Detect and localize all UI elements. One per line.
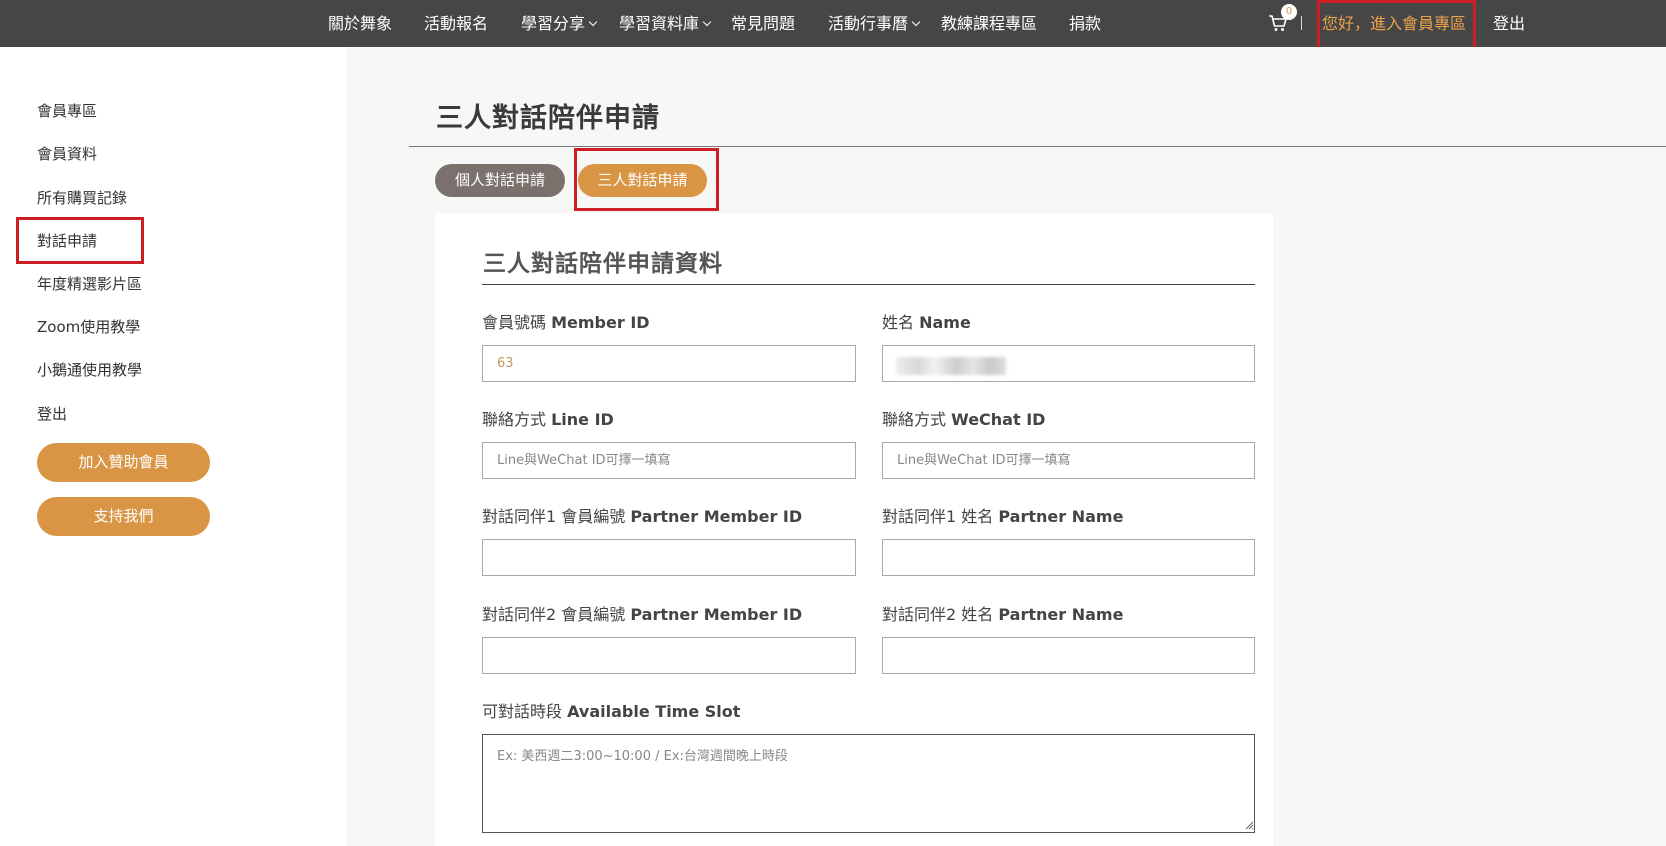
- nav-learning-share[interactable]: 學習分享: [521, 0, 598, 47]
- resize-grip-icon[interactable]: [1244, 820, 1254, 830]
- wechat-id-label: 聯絡方式 WeChat ID: [882, 406, 1045, 430]
- nav-donate[interactable]: 捐款: [1069, 0, 1101, 47]
- member-id-label-en: Member ID: [551, 313, 650, 332]
- time-slot-label-zh: 可對話時段: [482, 702, 563, 721]
- partner2-id-label: 對話同伴2 會員編號 Partner Member ID: [482, 601, 802, 625]
- line-id-label-zh: 聯絡方式: [482, 410, 547, 429]
- time-slot-textarea[interactable]: [482, 734, 1255, 833]
- chevron-down-icon: [911, 17, 921, 27]
- partner1-name-input[interactable]: [882, 539, 1255, 576]
- tab-three-person-dialogue[interactable]: 三人對話申請: [578, 164, 707, 197]
- chevron-down-icon: [702, 17, 712, 27]
- partner1-id-label-en: Partner Member ID: [630, 507, 803, 526]
- partner2-name-label: 對話同伴2 姓名 Partner Name: [882, 601, 1123, 625]
- nav-divider: [1301, 16, 1302, 30]
- partner1-id-label-zh: 對話同伴1 會員編號: [482, 507, 626, 526]
- wechat-id-label-zh: 聯絡方式: [882, 410, 947, 429]
- join-sponsor-button[interactable]: 加入贊助會員: [37, 443, 210, 482]
- line-id-label: 聯絡方式 Line ID: [482, 406, 614, 430]
- form-title-divider: [482, 284, 1255, 285]
- partner1-name-label-en: Partner Name: [998, 507, 1124, 526]
- nav-library[interactable]: 學習資料庫: [619, 0, 712, 47]
- sidebar-item-member-area[interactable]: 會員專區: [37, 100, 97, 121]
- partner2-name-label-zh: 對話同伴2 姓名: [882, 605, 994, 624]
- time-slot-label: 可對話時段 Available Time Slot: [482, 698, 740, 722]
- cart-count-badge: 0: [1281, 4, 1297, 20]
- sidebar-item-dialogue-application[interactable]: 對話申請: [37, 230, 97, 251]
- partner2-id-input[interactable]: [482, 637, 856, 674]
- sidebar-item-annual-videos[interactable]: 年度精選影片區: [37, 273, 142, 294]
- name-label-en: Name: [919, 313, 971, 332]
- partner1-name-label-zh: 對話同伴1 姓名: [882, 507, 994, 526]
- partner2-id-label-zh: 對話同伴2 會員編號: [482, 605, 626, 624]
- name-label-zh: 姓名: [882, 313, 915, 332]
- nav-calendar-label: 活動行事曆: [828, 14, 909, 33]
- partner2-name-input[interactable]: [882, 637, 1255, 674]
- sidebar-item-xiaoetong-tutorial[interactable]: 小鵝通使用教學: [37, 359, 142, 380]
- title-divider: [409, 146, 1666, 147]
- support-us-button[interactable]: 支持我們: [37, 497, 210, 536]
- logout-link[interactable]: 登出: [1493, 0, 1525, 47]
- chevron-down-icon: [588, 17, 598, 27]
- time-slot-label-en: Available Time Slot: [567, 702, 741, 721]
- redacted-name: [896, 357, 1006, 375]
- line-id-input[interactable]: [482, 442, 856, 479]
- member-area-link[interactable]: 您好，進入會員專區: [1322, 0, 1466, 47]
- wechat-id-input[interactable]: [882, 442, 1255, 479]
- name-label: 姓名 Name: [882, 309, 971, 333]
- partner1-name-label: 對話同伴1 姓名 Partner Name: [882, 503, 1123, 527]
- partner1-id-label: 對話同伴1 會員編號 Partner Member ID: [482, 503, 802, 527]
- nav-about[interactable]: 關於舞象: [328, 0, 392, 47]
- member-id-label: 會員號碼 Member ID: [482, 309, 650, 333]
- nav-coach-courses[interactable]: 教練課程專區: [941, 0, 1037, 47]
- page-title: 三人對話陪伴申請: [436, 103, 660, 134]
- sidebar-item-purchase-records[interactable]: 所有購買記錄: [37, 187, 127, 208]
- nav-events[interactable]: 活動報名: [424, 0, 488, 47]
- partner2-id-label-en: Partner Member ID: [630, 605, 803, 624]
- partner1-id-input[interactable]: [482, 539, 856, 576]
- tab-personal-dialogue[interactable]: 個人對話申請: [435, 164, 565, 197]
- member-id-input[interactable]: [482, 345, 856, 382]
- form-title: 三人對話陪伴申請資料: [483, 251, 723, 277]
- nav-library-label: 學習資料庫: [619, 14, 700, 33]
- line-id-label-en: Line ID: [551, 410, 614, 429]
- member-id-label-zh: 會員號碼: [482, 313, 547, 332]
- sidebar-item-member-info[interactable]: 會員資料: [37, 143, 97, 164]
- nav-calendar[interactable]: 活動行事曆: [828, 0, 921, 47]
- wechat-id-label-en: WeChat ID: [951, 410, 1046, 429]
- partner2-name-label-en: Partner Name: [998, 605, 1124, 624]
- nav-faq[interactable]: 常見問題: [731, 0, 795, 47]
- sidebar-item-zoom-tutorial[interactable]: Zoom使用教學: [37, 316, 140, 337]
- nav-learning-share-label: 學習分享: [521, 14, 586, 33]
- sidebar-item-logout[interactable]: 登出: [37, 403, 67, 424]
